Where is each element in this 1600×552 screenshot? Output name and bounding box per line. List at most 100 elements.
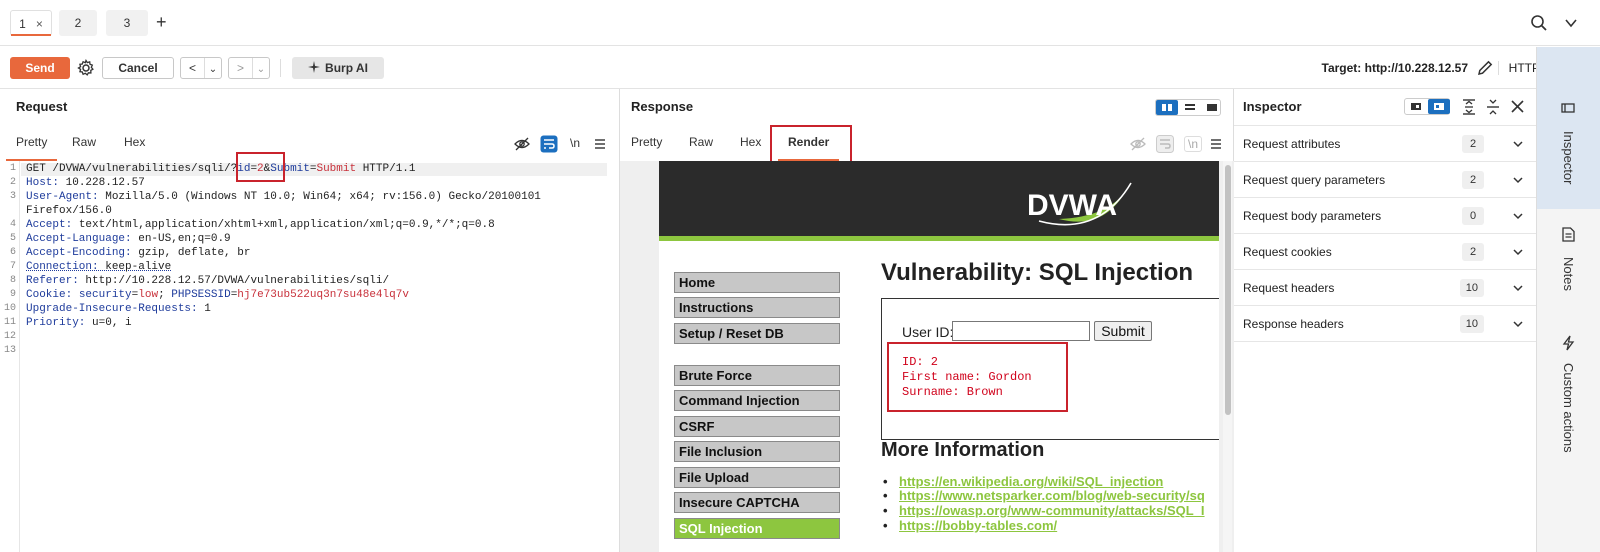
request-tab-raw[interactable]: Raw bbox=[72, 135, 96, 149]
row-label: Response headers bbox=[1243, 317, 1344, 331]
user-id-input[interactable] bbox=[952, 321, 1090, 341]
eye-off-icon[interactable] bbox=[514, 136, 530, 152]
side-item-notes[interactable]: Notes bbox=[1537, 209, 1600, 329]
inspector-title: Inspector bbox=[1243, 99, 1302, 114]
back-button[interactable]: < bbox=[181, 58, 205, 78]
dvwa-nav-brute-force[interactable]: Brute Force bbox=[674, 365, 840, 386]
add-tab-icon[interactable]: + bbox=[156, 12, 167, 33]
header-value: Mozilla/5.0 (Windows NT 10.0; Win64; x64… bbox=[99, 191, 541, 203]
inspector-layout-toggle bbox=[1404, 98, 1450, 115]
menu-icon[interactable] bbox=[1210, 138, 1222, 150]
chevron-down-icon[interactable] bbox=[1512, 318, 1524, 330]
inspector-row-query-parameters[interactable]: Request query parameters 2 bbox=[1234, 162, 1536, 198]
info-link[interactable]: https://en.wikipedia.org/wiki/SQL_inject… bbox=[899, 474, 1163, 489]
response-tab-hex[interactable]: Hex bbox=[740, 135, 761, 149]
request-tab-pretty[interactable]: Pretty bbox=[16, 135, 47, 149]
back-dropdown-icon[interactable]: ⌄ bbox=[205, 60, 221, 80]
forward-dropdown-icon[interactable]: ⌄ bbox=[253, 60, 269, 80]
inspector-row-request-attributes[interactable]: Request attributes 2 bbox=[1234, 126, 1536, 162]
side-item-inspector[interactable]: Inspector bbox=[1537, 47, 1600, 209]
inspector-row-cookies[interactable]: Request cookies 2 bbox=[1234, 234, 1536, 270]
tab-label: 2 bbox=[75, 16, 82, 30]
chevron-down-icon[interactable] bbox=[1564, 16, 1578, 30]
gear-icon[interactable] bbox=[76, 58, 96, 78]
eye-off-icon[interactable] bbox=[1130, 136, 1146, 152]
side-item-custom-actions[interactable]: Custom actions bbox=[1537, 329, 1600, 509]
wrap-lines-icon[interactable] bbox=[1156, 135, 1174, 153]
dvwa-nav-setup[interactable]: Setup / Reset DB bbox=[674, 323, 840, 344]
single-pane-icon[interactable] bbox=[1202, 100, 1222, 115]
line-number: 9 bbox=[2, 289, 16, 300]
dvwa-nav-instructions[interactable]: Instructions bbox=[674, 297, 840, 318]
newline-toggle[interactable]: \n bbox=[1184, 136, 1202, 152]
menu-icon[interactable] bbox=[594, 138, 606, 150]
submit-button[interactable]: Submit bbox=[1094, 321, 1152, 341]
response-tab-raw[interactable]: Raw bbox=[689, 135, 713, 149]
wrap-lines-icon[interactable] bbox=[540, 135, 558, 153]
split-horizontal-icon[interactable] bbox=[1156, 100, 1178, 115]
dvwa-nav-command-injection[interactable]: Command Injection bbox=[674, 390, 840, 411]
header-line: Priority: u=0, i bbox=[26, 317, 132, 329]
chevron-down-icon[interactable] bbox=[1512, 246, 1524, 258]
inspector-row-body-parameters[interactable]: Request body parameters 0 bbox=[1234, 198, 1536, 234]
newline-toggle[interactable]: \n bbox=[570, 136, 580, 150]
split-vertical-icon[interactable] bbox=[1180, 100, 1200, 115]
render-scrollbar-thumb[interactable] bbox=[1225, 165, 1231, 415]
chevron-down-icon[interactable] bbox=[1512, 174, 1524, 186]
close-icon[interactable]: × bbox=[36, 17, 43, 31]
layout-panel-icon[interactable] bbox=[1428, 99, 1450, 114]
info-link[interactable]: https://bobby-tables.com/ bbox=[899, 518, 1057, 533]
line-number: 3 bbox=[2, 191, 16, 202]
line-number: 13 bbox=[2, 345, 16, 356]
dvwa-nav-insecure-captcha[interactable]: Insecure CAPTCHA bbox=[674, 492, 840, 513]
row-label: Request query parameters bbox=[1243, 173, 1385, 187]
target-label: Target: http://10.228.12.57 bbox=[1322, 61, 1469, 75]
pencil-icon[interactable] bbox=[1476, 59, 1494, 77]
info-link[interactable]: https://owasp.org/www-community/attacks/… bbox=[899, 503, 1205, 518]
header-value: text/html,application/xhtml+xml,applicat… bbox=[72, 219, 494, 231]
dvwa-nav-csrf[interactable]: CSRF bbox=[674, 416, 840, 437]
count-badge: 0 bbox=[1462, 207, 1484, 225]
output-annotation-box bbox=[887, 342, 1068, 412]
send-button[interactable]: Send bbox=[10, 57, 70, 79]
repeater-tab-3[interactable]: 3 bbox=[106, 10, 148, 36]
layout-list-icon[interactable] bbox=[1405, 99, 1427, 114]
repeater-tab-2[interactable]: 2 bbox=[59, 10, 97, 36]
row-label: Request headers bbox=[1243, 281, 1334, 295]
expand-all-icon[interactable] bbox=[1462, 99, 1476, 115]
chevron-down-icon[interactable] bbox=[1512, 210, 1524, 222]
inspector-row-request-headers[interactable]: Request headers 10 bbox=[1234, 270, 1536, 306]
chevron-down-icon[interactable] bbox=[1512, 282, 1524, 294]
toolbar-divider bbox=[280, 59, 281, 77]
cookie-key: security bbox=[79, 289, 132, 301]
chevron-down-icon[interactable] bbox=[1512, 138, 1524, 150]
burp-ai-button[interactable]: Burp AI bbox=[292, 57, 384, 79]
param-value-submit: Submit bbox=[316, 163, 356, 175]
forward-button[interactable]: > bbox=[229, 58, 253, 78]
collapse-all-icon[interactable] bbox=[1486, 99, 1500, 115]
line-number: 4 bbox=[2, 219, 16, 230]
tab-label: 3 bbox=[124, 16, 131, 30]
cancel-button[interactable]: Cancel bbox=[102, 57, 174, 79]
request-line: GET /DVWA/vulnerabilities/sqli/?id=2&Sub… bbox=[26, 163, 416, 175]
repeater-tab-1[interactable]: 1 × bbox=[10, 10, 52, 36]
dvwa-nav-file-upload[interactable]: File Upload bbox=[674, 467, 840, 488]
dvwa-logo-text: DVWA bbox=[1027, 189, 1117, 222]
dvwa-header: DVWA bbox=[659, 161, 1219, 241]
response-tab-pretty[interactable]: Pretty bbox=[631, 135, 662, 149]
close-icon[interactable] bbox=[1511, 100, 1524, 113]
dvwa-nav-sql-injection[interactable]: SQL Injection bbox=[674, 518, 840, 539]
search-icon[interactable] bbox=[1530, 14, 1548, 32]
header-value: 1 bbox=[198, 303, 211, 315]
inspector-row-response-headers[interactable]: Response headers 10 bbox=[1234, 306, 1536, 342]
header-key: Connection: bbox=[26, 261, 99, 273]
request-editor[interactable]: 1 2 3 4 5 6 7 8 9 10 11 12 13 GET /DVWA/… bbox=[0, 161, 620, 552]
request-tab-hex[interactable]: Hex bbox=[124, 135, 145, 149]
lightning-icon bbox=[1562, 335, 1575, 351]
count-badge: 10 bbox=[1460, 279, 1484, 297]
tab-label: 1 bbox=[19, 17, 26, 31]
user-id-label: User ID: bbox=[902, 324, 953, 340]
dvwa-nav-file-inclusion[interactable]: File Inclusion bbox=[674, 441, 840, 462]
dvwa-nav-home[interactable]: Home bbox=[674, 272, 840, 293]
info-link[interactable]: https://www.netsparker.com/blog/web-secu… bbox=[899, 488, 1205, 503]
